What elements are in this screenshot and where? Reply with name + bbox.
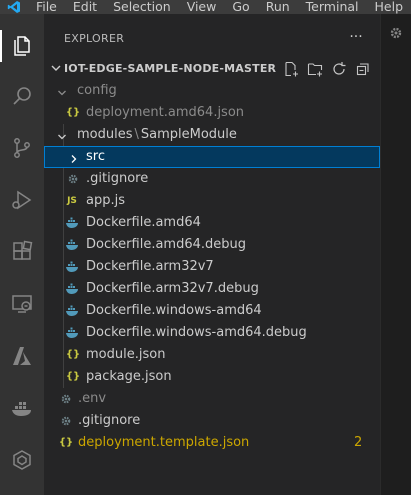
gear-icon — [59, 392, 73, 406]
azure-icon[interactable] — [6, 340, 38, 372]
tree-file-package-json[interactable]: {} package.json — [44, 366, 380, 388]
new-file-icon[interactable] — [282, 60, 300, 78]
menu-run[interactable]: Run — [258, 0, 298, 14]
menu-view[interactable]: View — [179, 0, 225, 14]
tree-label: Dockerfile.arm32v7.debug — [86, 281, 259, 296]
tree-folder-config[interactable]: config — [44, 80, 380, 102]
tree-label-compound: modules \ SampleModule — [77, 124, 237, 146]
tree-file-dockerfile-arm32v7-debug[interactable]: Dockerfile.arm32v7.debug — [44, 278, 380, 300]
json-file-icon: {} — [65, 349, 81, 360]
tree-label: Dockerfile.windows-amd64.debug — [86, 325, 307, 340]
tree-file-dockerfile-amd64-debug[interactable]: Dockerfile.amd64.debug — [44, 234, 380, 256]
tree-label: module.json — [86, 347, 166, 362]
chevron-down-icon — [49, 61, 63, 79]
tree-file-deployment-amd64[interactable]: {} deployment.amd64.json — [44, 102, 380, 124]
docker-file-icon — [65, 238, 79, 252]
remote-explorer-icon[interactable] — [6, 288, 38, 320]
json-file-icon: {} — [58, 437, 74, 448]
tree-label: config — [77, 83, 117, 98]
workspace-title: IOT-EDGE-SAMPLE-NODE-MASTER — [64, 62, 277, 75]
tree-label: .env — [78, 391, 107, 406]
tree-folder-src[interactable]: src — [44, 146, 380, 168]
gear-icon[interactable] — [389, 26, 403, 44]
tree-file-module-json[interactable]: {} module.json — [44, 344, 380, 366]
docker-file-icon — [65, 282, 79, 296]
azure-iot-icon[interactable] — [6, 444, 38, 476]
new-folder-icon[interactable] — [306, 60, 324, 78]
tree-label: deployment.template.json — [78, 435, 250, 450]
docker-icon[interactable] — [6, 392, 38, 424]
tree-file-dockerfile-windows-amd64-debug[interactable]: Dockerfile.windows-amd64.debug — [44, 322, 380, 344]
explorer-sidebar: EXPLORER ··· IOT-EDGE-SAMPLE-NODE-MASTER… — [44, 14, 380, 495]
docker-file-icon — [65, 260, 79, 274]
tree-label: deployment.amd64.json — [86, 105, 245, 120]
tree-label: Dockerfile.windows-amd64 — [86, 303, 262, 318]
tree-file-dockerfile-amd64[interactable]: Dockerfile.amd64 — [44, 212, 380, 234]
vscode-logo-icon[interactable] — [0, 0, 28, 14]
tree-label-samplemodule: SampleModule — [140, 127, 237, 142]
tree-file-dockerfile-arm32v7[interactable]: Dockerfile.arm32v7 — [44, 256, 380, 278]
docker-file-icon — [65, 304, 79, 318]
tree-file-deployment-template[interactable]: {} deployment.template.json 2 — [44, 432, 380, 454]
tree-label: app.js — [86, 193, 125, 208]
explorer-header: EXPLORER ··· — [44, 28, 380, 50]
refresh-icon[interactable] — [330, 60, 348, 78]
explorer-title: EXPLORER — [64, 32, 125, 45]
tree-label: .gitignore — [78, 413, 141, 428]
tree-file-root-gitignore[interactable]: .gitignore — [44, 410, 380, 432]
problem-count-badge: 2 — [354, 435, 363, 450]
tree-label: Dockerfile.arm32v7 — [86, 259, 214, 274]
collapse-all-icon[interactable] — [354, 60, 372, 78]
gear-icon — [66, 172, 80, 186]
tree-label: package.json — [86, 369, 172, 384]
menu-go[interactable]: Go — [224, 0, 257, 14]
activity-bar — [0, 14, 44, 495]
tree-file-appjs[interactable]: JS app.js — [44, 190, 380, 212]
tree-file-gitignore[interactable]: .gitignore — [44, 168, 380, 190]
tree-file-env[interactable]: .env — [44, 388, 380, 410]
gear-icon — [59, 414, 73, 428]
editor-area — [380, 14, 411, 495]
menu-bar: File Edit Selection View Go Run Terminal… — [0, 0, 411, 14]
path-separator: \ — [134, 127, 139, 142]
json-file-icon: {} — [65, 107, 81, 118]
menu-help[interactable]: Help — [367, 0, 411, 14]
menu-selection[interactable]: Selection — [105, 0, 179, 14]
source-control-icon[interactable] — [6, 132, 38, 164]
menu-terminal[interactable]: Terminal — [298, 0, 367, 14]
js-file-icon: JS — [67, 196, 77, 206]
menu-edit[interactable]: Edit — [65, 0, 105, 14]
tree-label: Dockerfile.amd64 — [86, 215, 201, 230]
tree-folder-modules-samplemodule[interactable]: modules \ SampleModule — [44, 124, 380, 146]
explorer-icon[interactable] — [0, 30, 38, 62]
tree-label-modules: modules — [77, 127, 133, 142]
menu-file[interactable]: File — [28, 0, 65, 14]
tree-label: Dockerfile.amd64.debug — [86, 237, 246, 252]
tree-label: src — [86, 149, 105, 164]
docker-file-icon — [65, 326, 79, 340]
extensions-icon[interactable] — [6, 236, 38, 268]
tree-file-dockerfile-windows-amd64[interactable]: Dockerfile.windows-amd64 — [44, 300, 380, 322]
workspace-section-header[interactable]: IOT-EDGE-SAMPLE-NODE-MASTER — [44, 58, 380, 80]
tree-label: .gitignore — [86, 171, 149, 186]
run-debug-icon[interactable] — [6, 184, 38, 216]
search-icon[interactable] — [6, 80, 38, 112]
docker-file-icon — [65, 216, 79, 230]
json-file-icon: {} — [65, 371, 81, 382]
more-actions-button[interactable]: ··· — [347, 30, 365, 48]
